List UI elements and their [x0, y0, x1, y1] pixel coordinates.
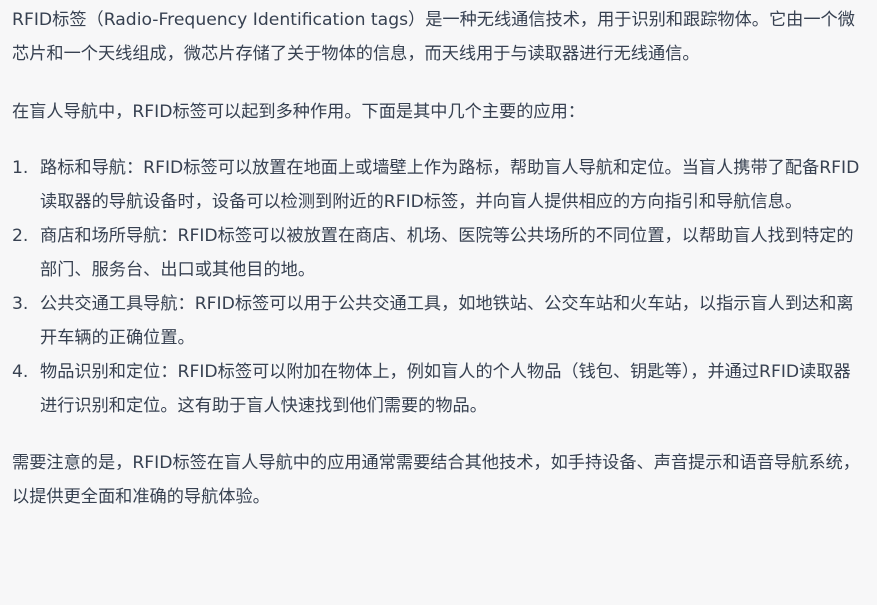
list-number: 4.	[12, 362, 29, 382]
list-item: 3. 公共交通工具导航：RFID标签可以用于公共交通工具，如地铁站、公交车站和火…	[12, 287, 867, 355]
list-item-text: 公共交通工具导航：RFID标签可以用于公共交通工具，如地铁站、公交车站和火车站，…	[40, 294, 854, 348]
intro-paragraph: RFID标签（Radio-Frequency Identification ta…	[12, 10, 855, 64]
list-number: 3.	[12, 294, 29, 314]
list-item: 1. 路标和导航：RFID标签可以放置在地面上或墙壁上作为路标，帮助盲人导航和定…	[12, 151, 867, 219]
list-item-text: 物品识别和定位：RFID标签可以附加在物体上，例如盲人的个人物品（钱包、钥匙等）…	[40, 362, 851, 416]
response-content: RFID标签（Radio-Frequency Identification ta…	[0, 0, 877, 514]
list-item: 2. 商店和场所导航：RFID标签可以被放置在商店、机场、医院等公共场所的不同位…	[12, 219, 867, 287]
list-item-text: 路标和导航：RFID标签可以放置在地面上或墙壁上作为路标，帮助盲人导航和定位。当…	[40, 158, 860, 212]
list-item-text: 商店和场所导航：RFID标签可以被放置在商店、机场、医院等公共场所的不同位置，以…	[40, 226, 854, 280]
list-number: 1.	[12, 158, 29, 178]
applications-list: 1. 路标和导航：RFID标签可以放置在地面上或墙壁上作为路标，帮助盲人导航和定…	[12, 151, 867, 423]
list-number: 2.	[12, 226, 29, 246]
list-item: 4. 物品识别和定位：RFID标签可以附加在物体上，例如盲人的个人物品（钱包、钥…	[12, 355, 867, 423]
lead-paragraph: 在盲人导航中，RFID标签可以起到多种作用。下面是其中几个主要的应用：	[12, 102, 585, 122]
note-paragraph: 需要注意的是，RFID标签在盲人导航中的应用通常需要结合其他技术，如手持设备、声…	[12, 453, 860, 507]
